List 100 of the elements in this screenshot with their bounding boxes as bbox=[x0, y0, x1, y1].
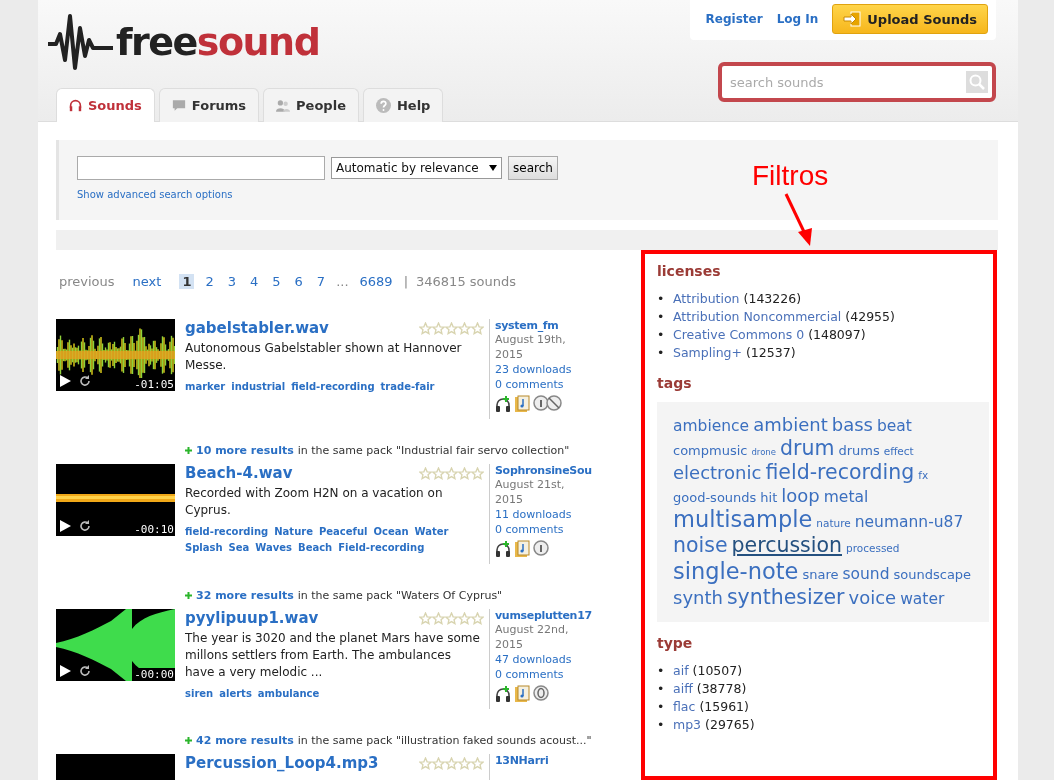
tag-link[interactable]: drum bbox=[780, 435, 835, 461]
tag-link[interactable]: Ocean bbox=[373, 524, 409, 540]
tag-link[interactable]: ambient bbox=[753, 414, 828, 436]
tag-link[interactable]: sound bbox=[842, 564, 890, 584]
downloads-link[interactable]: 11 downloads bbox=[495, 507, 603, 522]
tag-link[interactable]: Waves bbox=[255, 540, 293, 556]
account-link[interactable]: Log In bbox=[776, 12, 819, 26]
site-search-field[interactable]: search sounds bbox=[718, 62, 996, 102]
tag-link[interactable]: Peaceful bbox=[319, 524, 368, 540]
sound-title[interactable]: Percussion_Loop4.mp3 bbox=[185, 754, 379, 772]
search-button[interactable]: search bbox=[508, 156, 558, 180]
page-link[interactable]: 5 bbox=[269, 274, 284, 289]
tag-link[interactable]: synthesizer bbox=[726, 584, 845, 610]
type-filter-link[interactable]: aiff bbox=[673, 680, 693, 696]
sound-title[interactable]: Beach-4.wav bbox=[185, 464, 293, 482]
replay-icon[interactable] bbox=[79, 665, 91, 677]
username-link[interactable]: vumseplutten17 bbox=[495, 609, 603, 622]
nav-tab[interactable]: Forums bbox=[158, 88, 260, 122]
tag-link[interactable]: field-recording bbox=[291, 379, 375, 395]
downloads-link[interactable]: 47 downloads bbox=[495, 652, 603, 667]
tag-link[interactable]: hit bbox=[760, 489, 778, 506]
play-icon[interactable] bbox=[60, 665, 71, 677]
tag-link[interactable]: Sea bbox=[228, 540, 250, 556]
music-folder-icon[interactable] bbox=[514, 685, 530, 702]
tag-link[interactable]: compmusic bbox=[673, 442, 748, 459]
headphones-plus-icon[interactable] bbox=[495, 685, 511, 702]
comments-link[interactable]: 0 comments bbox=[495, 522, 603, 537]
nav-tab[interactable]: Help bbox=[362, 88, 444, 122]
tag-link[interactable]: water bbox=[900, 589, 945, 609]
nav-tab[interactable]: People bbox=[263, 88, 359, 122]
tag-link[interactable]: trade-fair bbox=[380, 379, 435, 395]
sound-title[interactable]: gabelstabler.wav bbox=[185, 319, 329, 337]
page-link[interactable]: 3 bbox=[224, 274, 239, 289]
license-filter-link[interactable]: Creative Commons 0 bbox=[673, 327, 805, 342]
license-icon[interactable] bbox=[533, 540, 549, 556]
tag-link[interactable]: Splash bbox=[185, 540, 223, 556]
type-filter-link[interactable]: flac bbox=[673, 698, 696, 714]
license-icon[interactable] bbox=[533, 395, 563, 411]
license-filter-link[interactable]: Attribution Noncommercial bbox=[673, 309, 842, 324]
page-link[interactable]: 1 bbox=[179, 274, 195, 289]
tag-link[interactable]: fx bbox=[918, 469, 929, 482]
tag-link[interactable]: noise bbox=[673, 533, 728, 558]
play-icon[interactable] bbox=[60, 375, 71, 387]
upload-button[interactable]: Upload Sounds bbox=[832, 4, 988, 34]
search-field[interactable] bbox=[77, 156, 325, 180]
tag-link[interactable]: industrial bbox=[231, 379, 286, 395]
tag-link[interactable]: percussion bbox=[731, 533, 842, 558]
music-folder-icon[interactable] bbox=[514, 395, 530, 412]
tag-link[interactable]: Nature bbox=[274, 524, 313, 540]
tag-link[interactable]: drone bbox=[751, 446, 776, 457]
tag-link[interactable]: marker bbox=[185, 379, 226, 395]
tag-link[interactable]: drums bbox=[838, 442, 880, 459]
tag-link[interactable]: field-recording bbox=[185, 524, 269, 540]
downloads-link[interactable]: 23 downloads bbox=[495, 362, 603, 377]
tag-link[interactable]: siren bbox=[185, 686, 214, 702]
advanced-search-link[interactable]: Show advanced search options bbox=[77, 189, 233, 200]
type-filter-link[interactable]: aif bbox=[673, 662, 689, 678]
tag-link[interactable]: soundscape bbox=[893, 566, 972, 583]
page-link[interactable]: 6689 bbox=[356, 274, 396, 289]
tag-link[interactable]: bass bbox=[831, 414, 873, 436]
more-results-link[interactable]: 42 more results bbox=[196, 734, 294, 747]
star-rating[interactable] bbox=[419, 611, 484, 625]
username-link[interactable]: system_fm bbox=[495, 319, 603, 332]
license-icon[interactable] bbox=[533, 685, 549, 701]
tag-link[interactable]: Field-recording bbox=[338, 540, 425, 556]
tag-link[interactable]: field-recording bbox=[765, 460, 915, 485]
page-link[interactable]: 2 bbox=[202, 274, 217, 289]
page-link[interactable]: 7 bbox=[313, 274, 329, 289]
tag-link[interactable]: effect bbox=[883, 444, 914, 458]
sound-title[interactable]: pyylipuup1.wav bbox=[185, 609, 319, 627]
tag-link[interactable]: loop bbox=[781, 484, 820, 507]
username-link[interactable]: 13NHarri bbox=[495, 754, 603, 767]
tag-link[interactable]: ambulance bbox=[257, 686, 320, 702]
tag-link[interactable]: alerts bbox=[219, 686, 252, 702]
tag-link[interactable]: multisample bbox=[673, 506, 813, 534]
star-rating[interactable] bbox=[419, 321, 484, 335]
more-results-link[interactable]: 10 more results bbox=[196, 444, 294, 457]
tag-link[interactable]: ambience bbox=[673, 417, 750, 436]
tag-link[interactable]: Beach bbox=[298, 540, 333, 556]
comments-link[interactable]: 0 comments bbox=[495, 667, 603, 682]
tag-link[interactable]: snare bbox=[802, 566, 839, 583]
star-rating[interactable] bbox=[419, 466, 484, 480]
tag-link[interactable]: voice bbox=[848, 586, 897, 609]
music-folder-icon[interactable] bbox=[514, 540, 530, 557]
tag-link[interactable]: single-note bbox=[673, 557, 799, 585]
page-link[interactable]: 6 bbox=[291, 274, 306, 289]
license-filter-link[interactable]: Sampling+ bbox=[673, 345, 742, 360]
account-link[interactable]: Register bbox=[705, 12, 763, 26]
type-filter-link[interactable]: mp3 bbox=[673, 716, 702, 732]
nav-tab[interactable]: Sounds bbox=[56, 88, 155, 122]
play-icon[interactable] bbox=[60, 520, 71, 532]
headphones-plus-icon[interactable] bbox=[495, 395, 511, 412]
tag-link[interactable]: beat bbox=[876, 417, 912, 436]
next-link[interactable]: next bbox=[132, 274, 162, 289]
username-link[interactable]: SophronsineSou bbox=[495, 464, 603, 477]
site-logo[interactable]: freesound bbox=[116, 20, 320, 64]
replay-icon[interactable] bbox=[79, 520, 91, 532]
page-link[interactable]: 4 bbox=[247, 274, 262, 289]
tag-link[interactable]: good-sounds bbox=[673, 489, 757, 506]
comments-link[interactable]: 0 comments bbox=[495, 377, 603, 392]
